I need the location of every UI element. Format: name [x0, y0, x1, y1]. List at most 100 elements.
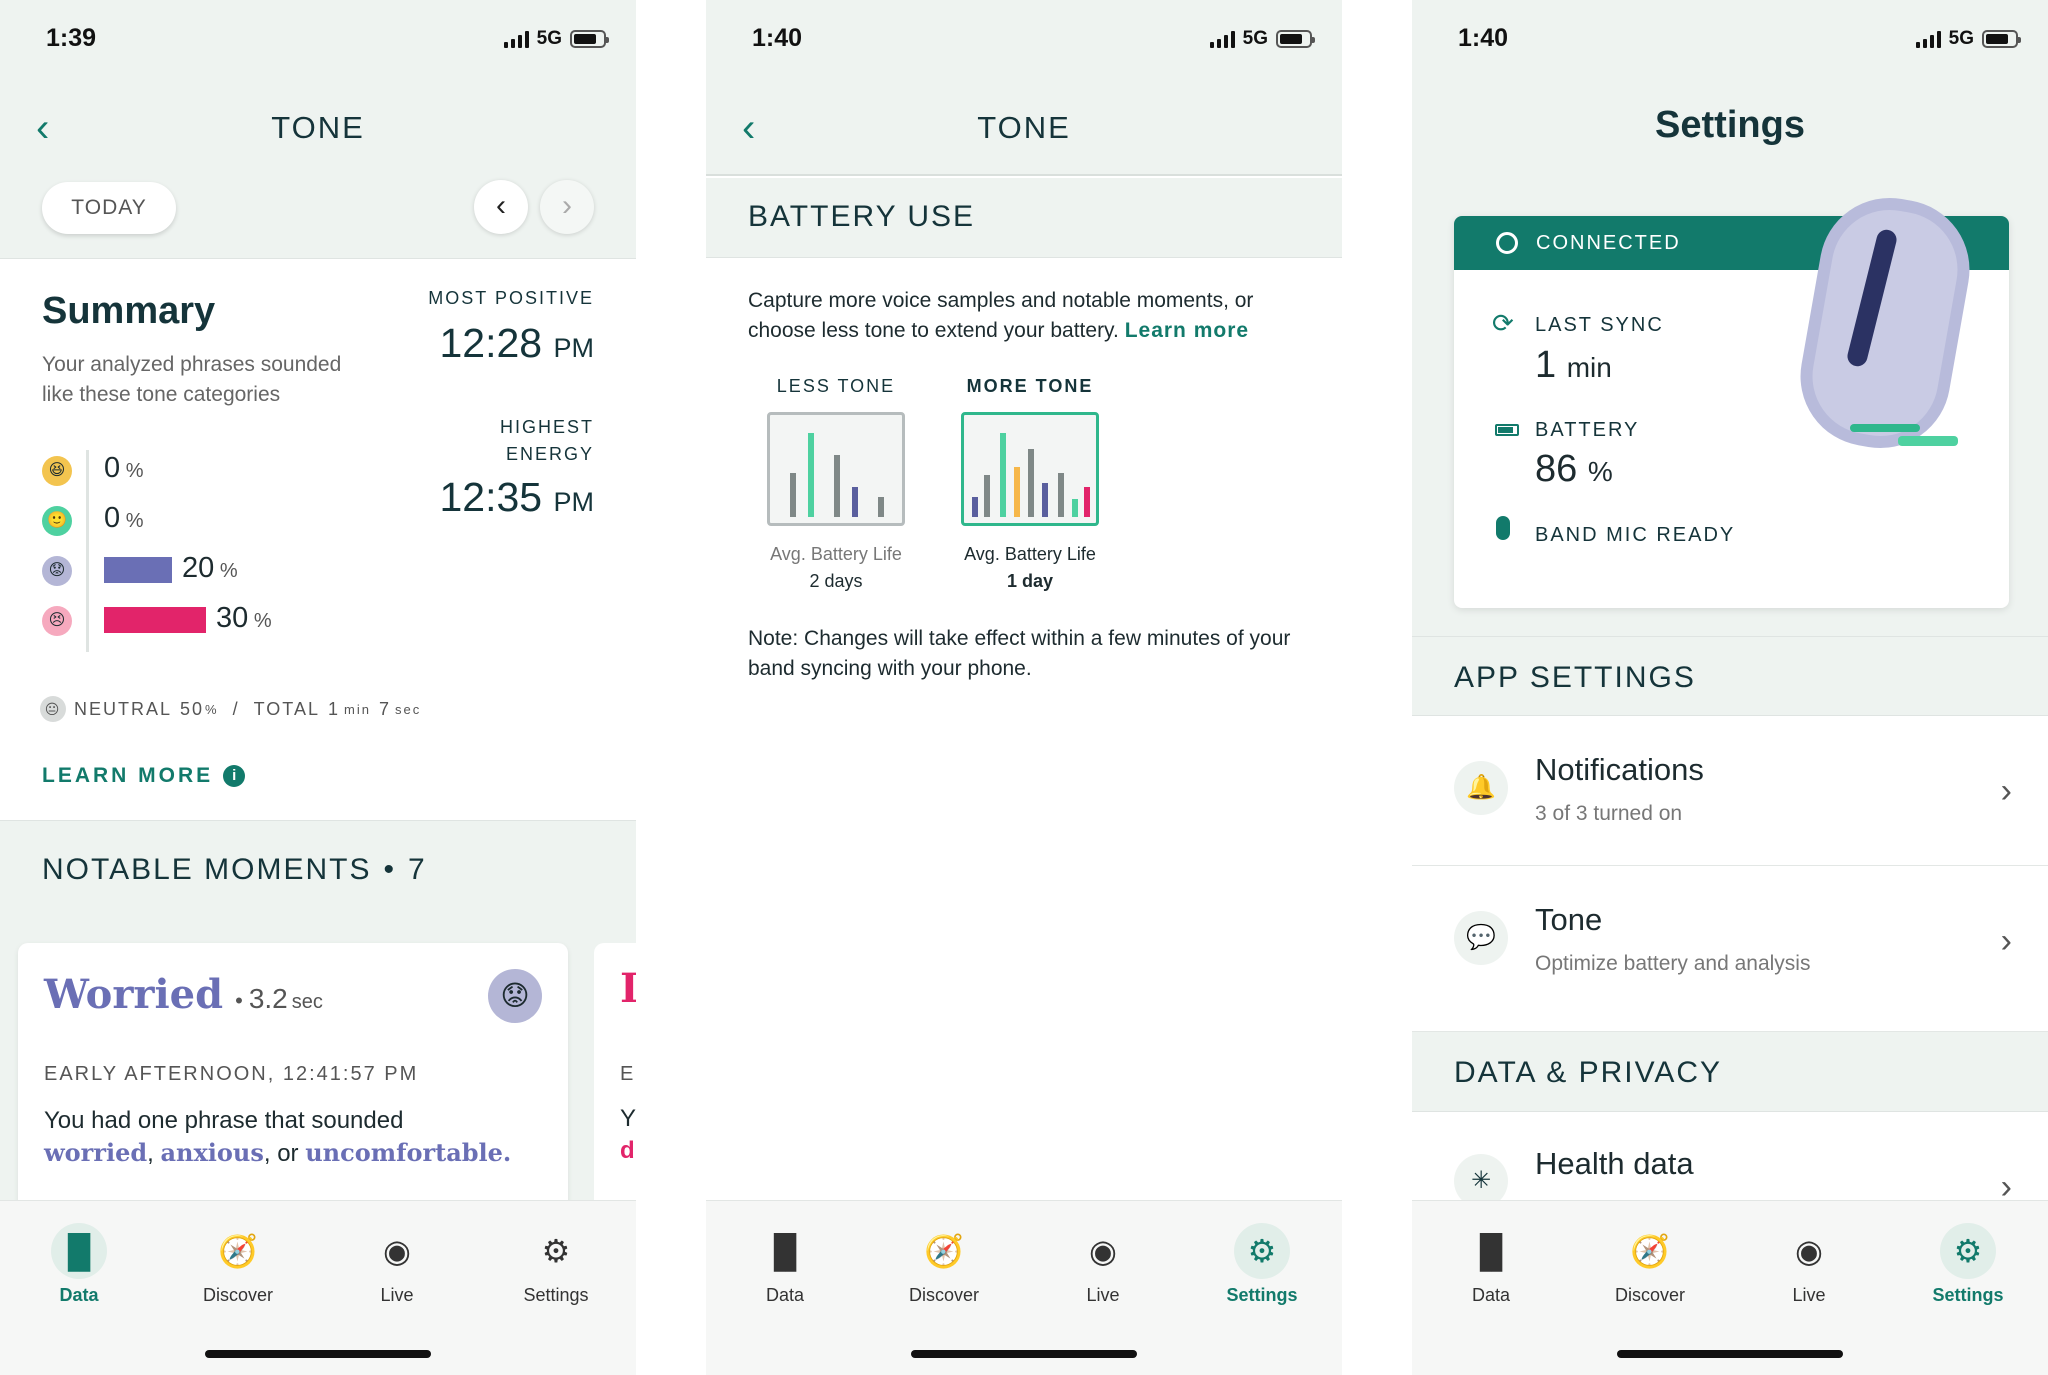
gear-icon: ⚙ — [1234, 1223, 1290, 1279]
battery-use-screen: 1:40 5G ‹ TONE BATTERY USE Capture more … — [706, 0, 1342, 1375]
settings-header: Settings CONNECTED ⟳ LAST SYNC 1 min BAT… — [1412, 80, 2048, 640]
live-mic-icon: ◉ — [1795, 1233, 1823, 1269]
today-button[interactable]: TODAY — [42, 182, 176, 234]
card-text: You had one phrase that sounded worried,… — [44, 1105, 544, 1170]
card-word-uncomfortable: uncomfortable. — [305, 1138, 512, 1167]
more-tone-option[interactable]: MORE TONE Avg. Battery Life 1 day — [950, 372, 1110, 602]
less-tone-option[interactable]: LESS TONE Avg. Battery Life 2 days — [756, 372, 916, 602]
tab-settings-label: Settings — [523, 1285, 589, 1305]
total-sec: 7 — [378, 698, 391, 719]
tab-discover-label: Discover — [908, 1285, 979, 1305]
learn-more-link[interactable]: Learn more — [1125, 319, 1249, 342]
tab-live[interactable]: ◉ Live — [337, 1223, 457, 1306]
more-tone-chart — [961, 412, 1099, 526]
status-bar: 1:40 5G — [1412, 0, 2048, 80]
info-icon: i — [223, 765, 246, 787]
less-tone-label: LESS TONE — [776, 376, 896, 396]
tab-settings[interactable]: ⚙ Settings — [1202, 1223, 1322, 1306]
chevron-right-icon: › — [2000, 772, 2012, 810]
card-duration: 3.2 — [248, 983, 288, 1014]
battery-unit: % — [1587, 456, 1613, 487]
card-word-worried: worried — [44, 1138, 148, 1167]
connected-circle-icon — [1496, 232, 1518, 254]
tab-live[interactable]: ◉ Live — [1043, 1223, 1163, 1306]
signal-icon — [1915, 30, 1941, 48]
battery-use-header: BATTERY USE — [706, 178, 1342, 258]
tone-percent-value: 0 — [104, 502, 121, 534]
content-face-icon: 🙂 — [42, 506, 72, 536]
network-label: 5G — [1242, 28, 1268, 49]
battery-icon — [1982, 30, 2021, 48]
tab-discover-label: Discover — [1614, 1285, 1685, 1305]
card-text-prefix: You had one phrase that sounded — [44, 1107, 404, 1134]
tab-live-label: Live — [380, 1285, 414, 1305]
network-label: 5G — [1948, 28, 1974, 49]
tab-settings[interactable]: ⚙ Settings — [496, 1223, 616, 1306]
header: ‹ TONE — [706, 80, 1342, 176]
tab-bar: ▐▌ Data 🧭 Discover ◉ Live ⚙ Settings — [1412, 1200, 2048, 1375]
more-tone-label: MORE TONE — [966, 376, 1094, 396]
highest-energy-label: HIGHEST ENERGY — [500, 414, 594, 468]
tab-data[interactable]: ▐▌ Data — [1431, 1223, 1551, 1306]
battery-label: BATTERY — [1535, 419, 1640, 441]
speech-bubble-icon: 💬 — [1454, 911, 1508, 965]
highest-energy-label-line2: ENERGY — [505, 444, 594, 464]
tab-discover[interactable]: 🧭 Discover — [884, 1223, 1004, 1306]
most-positive-label: MOST POSITIVE — [428, 288, 594, 308]
neutral-value: 50 — [180, 698, 205, 719]
total-label: TOTAL — [253, 698, 320, 719]
neutral-unit: % — [205, 701, 219, 717]
battery-value-wrap: 86 % — [1535, 448, 1613, 491]
tab-live-label: Live — [1792, 1285, 1826, 1305]
more-tone-caption: Avg. Battery Life — [964, 544, 1096, 564]
next-day-button[interactable]: › — [540, 180, 594, 234]
neutral-total-line: 😐 NEUTRAL 50% / TOTAL 1 min 7 sec — [40, 696, 421, 722]
tone-percent: 0 % — [104, 452, 143, 485]
battery-level-icon — [1495, 424, 1519, 436]
status-time: 1:39 — [46, 24, 97, 52]
bell-icon: 🔔 — [1454, 761, 1508, 815]
mic-ready-label: BAND MIC READY — [1535, 524, 1736, 546]
tab-settings-label: Settings — [1932, 1285, 2004, 1305]
tab-discover[interactable]: 🧭 Discover — [1590, 1223, 1710, 1306]
notable-moments-heading: NOTABLE MOMENTS • 7 — [42, 853, 427, 887]
tab-settings[interactable]: ⚙ Settings — [1908, 1223, 2028, 1306]
tab-discover[interactable]: 🧭 Discover — [178, 1223, 298, 1306]
tone-percent-unit: % — [248, 610, 272, 632]
summary-heading: Summary — [42, 290, 216, 332]
happy-face-icon: 😆 — [42, 456, 72, 486]
learn-more-link[interactable]: LEARN MORE i — [42, 764, 246, 788]
previous-day-button[interactable]: ‹ — [474, 180, 528, 234]
upset-face-icon: 😣 — [42, 606, 72, 636]
total-sec-unit: sec — [394, 701, 422, 717]
notifications-row[interactable]: 🔔 Notifications 3 of 3 turned on › — [1412, 716, 2048, 866]
notable-moment-card[interactable]: Worried • 3.2 sec 😟 EARLY AFTERNOON, 12:… — [18, 943, 568, 1223]
highest-energy-time: 12:35 — [439, 474, 543, 520]
band-image — [1789, 186, 1981, 468]
highest-energy-ampm: PM — [553, 487, 595, 517]
tab-data[interactable]: ▐▌ Data — [725, 1223, 845, 1306]
tone-percent: 20 % — [182, 552, 238, 585]
tab-data[interactable]: ▐▌ Data — [19, 1223, 139, 1306]
card-duration-unit: sec — [291, 991, 323, 1013]
tone-row[interactable]: 💬 Tone Optimize battery and analysis › — [1412, 866, 2048, 1032]
tab-live[interactable]: ◉ Live — [1749, 1223, 1869, 1306]
tone-percent-unit: % — [214, 560, 238, 582]
bar-chart-icon: ▐▌ — [1468, 1233, 1514, 1269]
highest-energy-time-wrap: 12:35 PM — [439, 474, 594, 521]
status-time: 1:40 — [752, 24, 803, 52]
notable-moments-title: NOTABLE MOMENTS — [42, 853, 372, 886]
page-title: TONE — [271, 110, 365, 145]
most-positive-ampm: PM — [553, 333, 595, 363]
app-settings-header: APP SETTINGS — [1412, 636, 2048, 716]
worried-face-icon: 😟 — [42, 556, 72, 586]
tone-percent-unit: % — [120, 460, 144, 482]
card-time: EARLY AFTERNOON, 12:41:57 PM — [44, 1063, 419, 1085]
next-moment-card[interactable]: I E Y d — [594, 943, 636, 1223]
battery-icon — [570, 30, 609, 48]
tone-percent-value: 0 — [104, 452, 121, 484]
more-tone-days: 1 day — [1006, 571, 1054, 591]
battery-description: Capture more voice samples and notable m… — [748, 286, 1308, 346]
status-bar: 1:39 5G — [0, 0, 636, 80]
next-card-initial: I — [620, 965, 636, 1012]
